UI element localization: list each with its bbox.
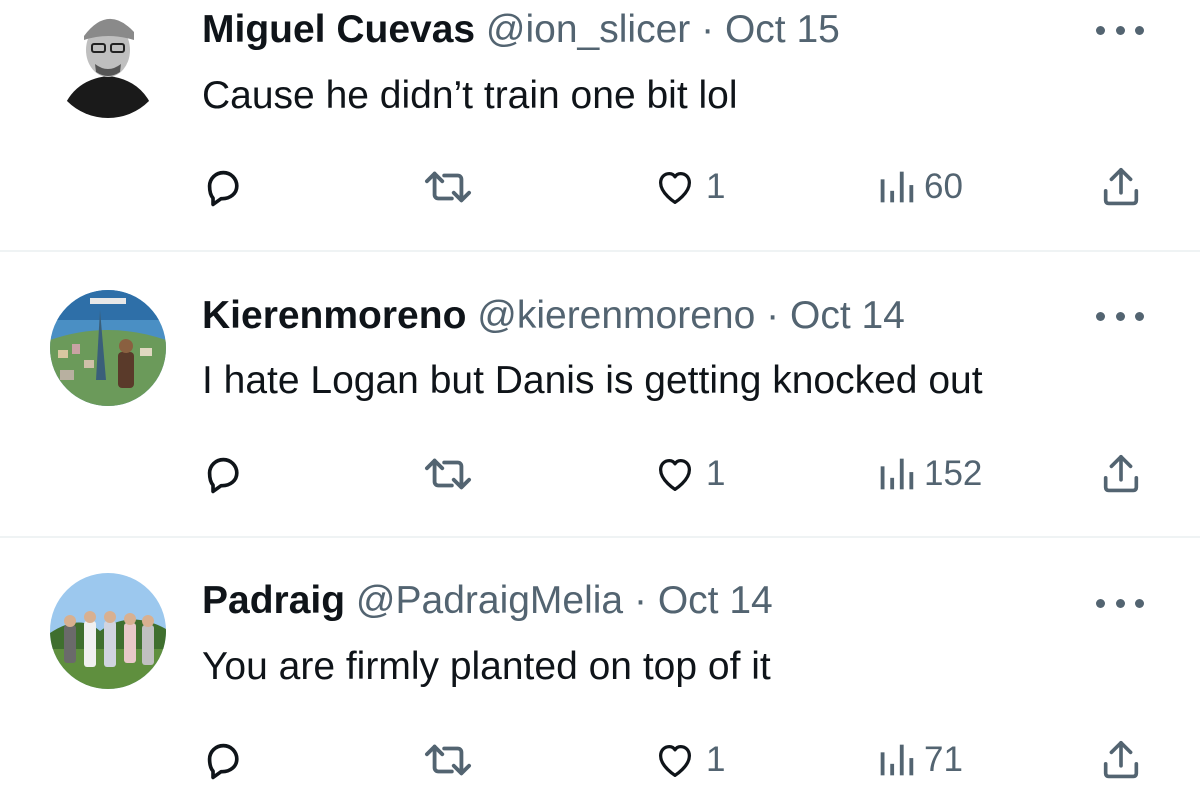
share-icon: [1098, 737, 1144, 783]
views-button[interactable]: 71: [876, 730, 963, 790]
like-button[interactable]: 1: [652, 730, 725, 790]
tweet[interactable]: Miguel Cuevas @ion_slicer · Oct 15 Cause…: [0, 0, 1200, 270]
views-button[interactable]: 60: [876, 157, 963, 217]
share-button[interactable]: [1098, 444, 1144, 504]
more-icon[interactable]: [1096, 306, 1144, 326]
user-handle[interactable]: @PadraigMelia: [356, 579, 623, 622]
view-count: 60: [924, 167, 963, 206]
separator: ·: [633, 579, 647, 622]
share-icon: [1098, 164, 1144, 210]
views-icon: [876, 737, 916, 783]
divider: [0, 250, 1200, 252]
avatar[interactable]: [50, 573, 166, 689]
reply-button[interactable]: [200, 157, 246, 217]
reply-icon: [200, 737, 246, 783]
action-bar: 1 152: [0, 444, 1200, 504]
display-name[interactable]: Padraig: [202, 579, 345, 622]
retweet-button[interactable]: [418, 730, 478, 790]
tweet-header: Miguel Cuevas @ion_slicer · Oct 15: [202, 6, 840, 54]
display-name[interactable]: Kierenmoreno: [202, 294, 466, 337]
like-count: 1: [706, 167, 726, 206]
tweet[interactable]: Kierenmoreno @kierenmoreno · Oct 14 I ha…: [0, 268, 1200, 538]
tweet-date[interactable]: Oct 14: [790, 294, 905, 337]
tweet-date[interactable]: Oct 14: [658, 579, 773, 622]
tweet[interactable]: Padraig @PadraigMelia · Oct 14 You are f…: [0, 553, 1200, 808]
tweet-header: Padraig @PadraigMelia · Oct 14: [202, 577, 773, 625]
like-count: 1: [706, 740, 726, 779]
more-icon[interactable]: [1096, 593, 1144, 613]
action-bar: 1 60: [0, 157, 1200, 217]
separator: ·: [766, 294, 780, 337]
share-button[interactable]: [1098, 157, 1144, 217]
retweet-icon: [418, 737, 478, 783]
view-count: 152: [924, 454, 983, 493]
like-button[interactable]: 1: [652, 444, 725, 504]
reply-button[interactable]: [200, 730, 246, 790]
heart-icon: [652, 737, 698, 783]
heart-icon: [652, 451, 698, 497]
action-bar: 1 71: [0, 730, 1200, 790]
reply-icon: [200, 451, 246, 497]
avatar[interactable]: [50, 2, 166, 118]
retweet-button[interactable]: [418, 157, 478, 217]
retweet-button[interactable]: [418, 444, 478, 504]
views-button[interactable]: 152: [876, 444, 982, 504]
view-count: 71: [924, 740, 963, 779]
share-button[interactable]: [1098, 730, 1144, 790]
heart-icon: [652, 164, 698, 210]
divider: [0, 536, 1200, 538]
views-icon: [876, 451, 916, 497]
tweet-date[interactable]: Oct 15: [725, 8, 840, 51]
more-icon[interactable]: [1096, 20, 1144, 40]
tweet-header: Kierenmoreno @kierenmoreno · Oct 14: [202, 292, 905, 340]
user-handle[interactable]: @ion_slicer: [486, 8, 690, 51]
tweet-text: I hate Logan but Danis is getting knocke…: [202, 359, 983, 402]
reply-icon: [200, 164, 246, 210]
separator: ·: [701, 8, 715, 51]
tweet-text: You are firmly planted on top of it: [202, 645, 771, 688]
share-icon: [1098, 451, 1144, 497]
reply-feed: Miguel Cuevas @ion_slicer · Oct 15 Cause…: [0, 0, 1200, 808]
display-name[interactable]: Miguel Cuevas: [202, 8, 475, 51]
tweet-text: Cause he didn’t train one bit lol: [202, 74, 738, 117]
views-icon: [876, 164, 916, 210]
like-button[interactable]: 1: [652, 157, 725, 217]
avatar[interactable]: [50, 290, 166, 406]
user-handle[interactable]: @kierenmoreno: [477, 294, 755, 337]
like-count: 1: [706, 454, 726, 493]
reply-button[interactable]: [200, 444, 246, 504]
retweet-icon: [418, 451, 478, 497]
retweet-icon: [418, 164, 478, 210]
